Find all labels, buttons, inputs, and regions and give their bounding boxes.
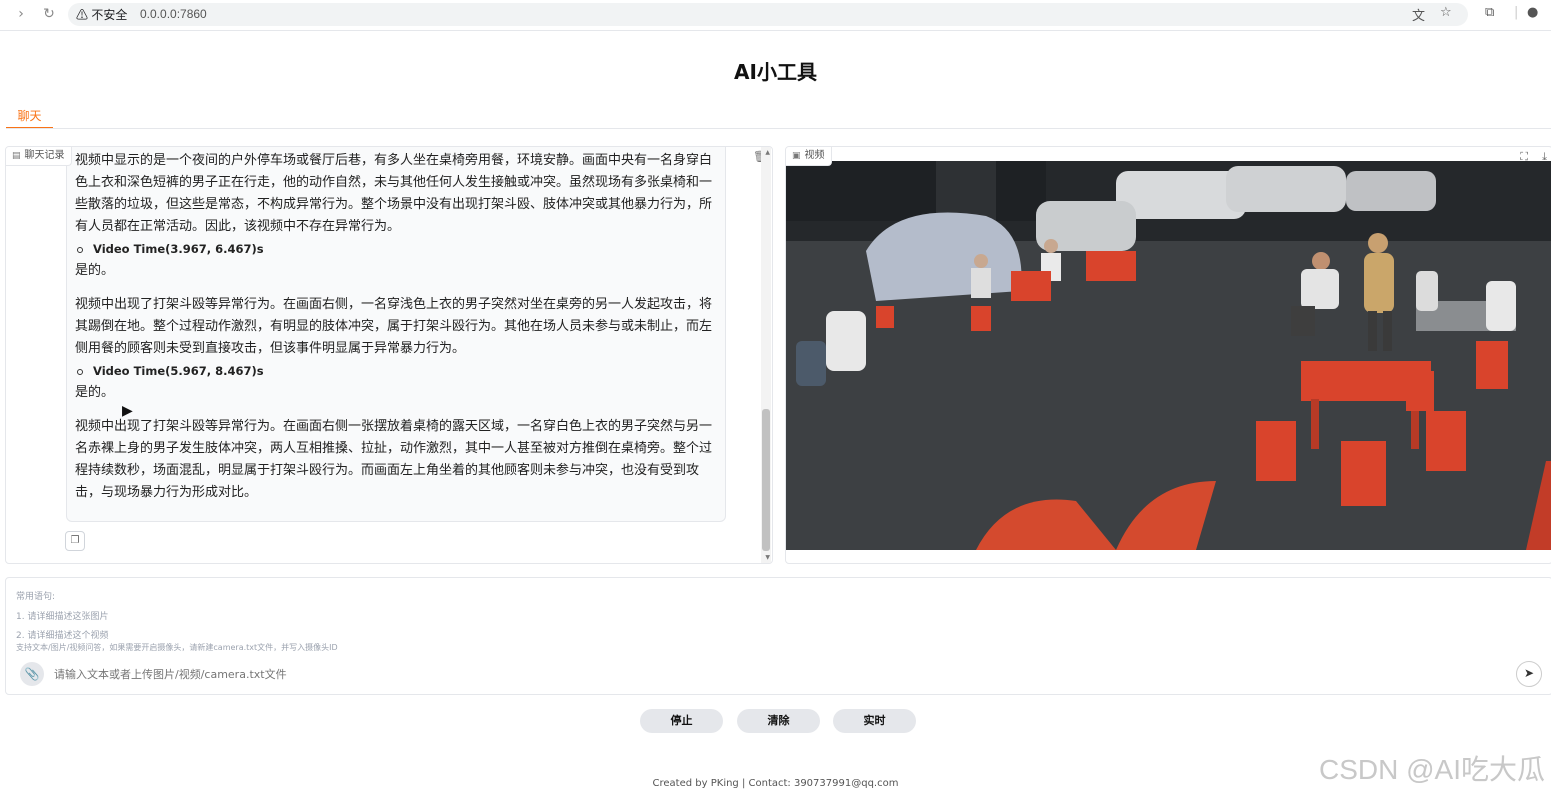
chatbot-label: ▤ 聊天记录 — [6, 147, 72, 166]
footer: Created by PKing | Contact: 390737991@qq… — [652, 778, 899, 789]
hint-item: 2. 请详细描述这个视频 — [16, 631, 109, 641]
message-paragraph: 视频中出现了打架斗殴等异常行为。在画面右侧，一名穿浅色上衣的男子突然对坐在桌旁的… — [75, 297, 713, 356]
hint-support: 支持文本/图片/视频问答，如果需要开启摄像头，请新建camera.txt文件，并… — [16, 643, 338, 652]
video-label-text: 视频 — [804, 150, 825, 161]
tab-chat[interactable]: 聊天 — [6, 107, 53, 129]
multimodal-input: 常用语句: 1. 请详细描述这张图片 2. 请详细描述这个视频 支持文本/图片/… — [5, 577, 1551, 695]
paperclip-icon: 📎 — [24, 667, 40, 681]
chatbot-label-text: 聊天记录 — [24, 150, 65, 161]
url-text[interactable]: 0.0.0.0:7860 — [140, 7, 207, 21]
reload-icon[interactable]: ↻ — [40, 4, 58, 24]
chat-icon: ▤ — [12, 151, 21, 161]
scroll-up-icon[interactable]: ▲ — [765, 149, 770, 156]
video-icon: ▣ — [792, 151, 801, 161]
profile-icon[interactable]: ● — [1527, 5, 1538, 20]
message-paragraph: 视频中出现了打架斗殴等异常行为。在画面右侧一张摆放着桌椅的露天区域，一名穿白色上… — [75, 419, 713, 500]
extensions-icon[interactable]: ⧉ — [1485, 5, 1494, 20]
mouse-cursor-icon: ▶ — [122, 403, 133, 419]
send-button[interactable]: ➤ — [1516, 661, 1542, 687]
video-time-item: Video Time(5.967, 8.467)s — [75, 360, 723, 382]
scroll-down-icon[interactable]: ▼ — [765, 554, 770, 561]
page-title: AI小工具 — [734, 60, 817, 84]
bot-message: 视频中显示的是一个夜间的户外停车场或餐厅后巷，有多人坐在桌椅旁用餐，环境安静。画… — [66, 147, 726, 522]
download-icon[interactable]: ⤓ — [1542, 150, 1547, 164]
toolbar-divider: | — [1514, 5, 1519, 20]
bookmark-star-icon[interactable]: ☆ — [1440, 5, 1452, 20]
attach-file-button[interactable]: 📎 — [20, 662, 44, 686]
realtime-button[interactable]: 实时 — [833, 709, 916, 733]
hint-title: 常用语句: — [16, 592, 56, 602]
message-content: 视频中显示的是一个夜间的户外停车场或餐厅后巷，有多人坐在桌椅旁用餐，环境安静。画… — [75, 150, 723, 504]
video-panel: ▣ 视频 ⛶ ⤓ — [785, 146, 1551, 564]
video-label: ▣ 视频 — [786, 147, 832, 166]
browser-toolbar: › ↻ ⚠ 不安全 0.0.0.0:7860 文 ☆ ⧉ | ● — [0, 0, 1551, 31]
message-input[interactable] — [52, 662, 1496, 686]
copy-button[interactable]: ❐ — [65, 531, 85, 551]
address-bar[interactable]: ⚠ 不安全 0.0.0.0:7860 文 ☆ — [68, 3, 1468, 26]
security-warning[interactable]: ⚠ 不安全 — [76, 6, 127, 23]
answer-text: 是的。 — [75, 263, 115, 278]
fullscreen-icon[interactable]: ⛶ — [1520, 150, 1528, 164]
chatbot-panel: 视频中显示的是一个夜间的户外停车场或餐厅后巷，有多人坐在桌椅旁用餐，环境安静。画… — [5, 146, 773, 564]
video-frame-illustration — [786, 161, 1551, 550]
message-paragraph: 视频中显示的是一个夜间的户外停车场或餐厅后巷，有多人坐在桌椅旁用餐，环境安静。画… — [75, 153, 713, 234]
tab-divider — [6, 128, 1551, 129]
video-time-item: Video Time(3.967, 6.467)s — [75, 238, 723, 260]
answer-text: 是的。 — [75, 385, 115, 400]
translate-icon[interactable]: 文 — [1412, 5, 1425, 24]
forward-icon[interactable]: › — [12, 4, 30, 24]
hint-item: 1. 请详细描述这张图片 — [16, 612, 109, 622]
stop-button[interactable]: 停止 — [640, 709, 723, 733]
video-player[interactable] — [786, 161, 1551, 550]
clear-button[interactable]: 清除 — [737, 709, 820, 733]
send-icon: ➤ — [1523, 666, 1535, 680]
scrollbar-thumb[interactable] — [762, 409, 770, 551]
